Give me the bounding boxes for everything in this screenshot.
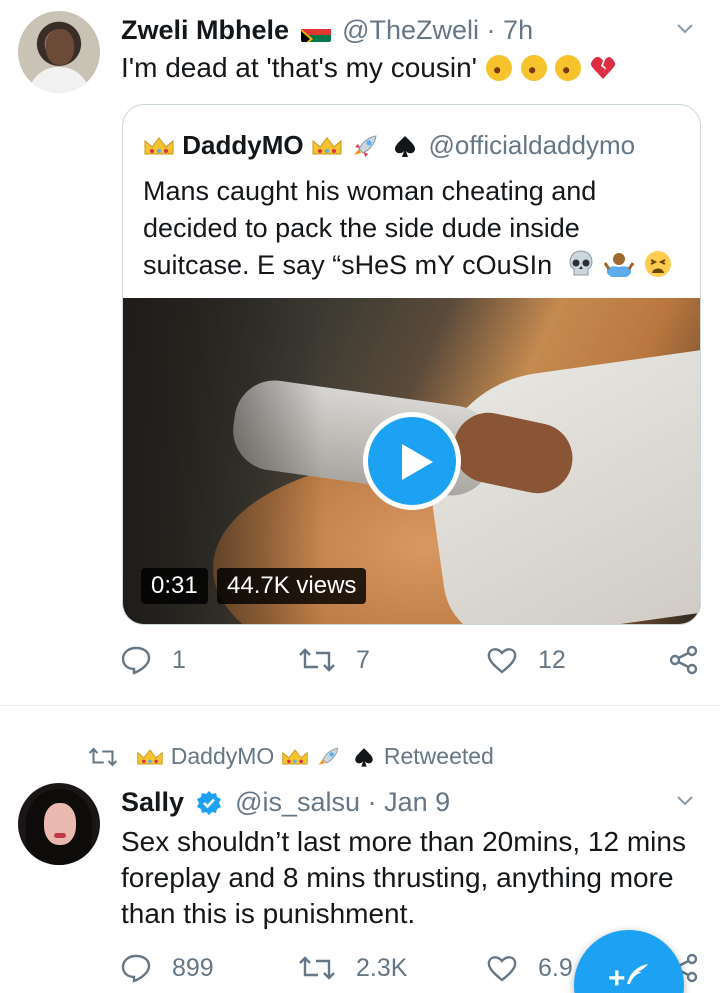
separator: · [367,787,377,817]
quote-text: Mans caught his woman cheating and decid… [143,173,688,284]
retweeter-name[interactable]: DaddyMO [171,743,275,769]
reply-icon [121,954,151,983]
like-button[interactable]: 12 [486,640,566,680]
tweet-divider [0,705,720,706]
crown-icon [312,137,342,155]
retweet-button[interactable]: 2.3K [298,948,407,988]
quote-author-name[interactable]: DaddyMO [182,130,303,160]
like-count: 6.9 [538,954,573,982]
tweet-header: Sally @is_salsu · Jan 9 [121,784,450,820]
avatar-lips [54,833,66,838]
retweet-context: DaddyMO Retweeted [88,740,494,772]
like-count: 12 [538,646,566,674]
tweet-header: Zweli Mbhele @TheZweli · 7h [121,12,533,48]
south-africa-flag-icon [300,22,331,42]
verified-icon [196,791,221,815]
author-name[interactable]: Sally [121,787,184,817]
spade-icon [395,136,416,157]
tweet-actions: 1 7 12 [120,640,710,680]
timestamp[interactable]: 7h [503,15,533,45]
spade-icon [354,748,373,767]
feather-icon [627,964,648,984]
avatar-shirt [28,67,90,93]
avatar-face [44,803,76,845]
retweeted-label: Retweeted [383,743,494,769]
reply-count: 899 [172,954,214,982]
tweet-body: I'm dead at 'that's my cousin' [121,52,477,83]
avatar[interactable] [18,783,100,865]
separator: · [486,15,496,45]
tweet[interactable]: Zweli Mbhele @TheZweli · 7h I'm dead at … [0,0,720,705]
reply-button[interactable]: 899 [120,948,214,988]
retweet-icon [88,747,118,767]
quoted-tweet[interactable]: DaddyMO @officialdaddymo Mans caught his… [122,104,701,625]
author-name[interactable]: Zweli Mbhele [121,15,289,45]
timestamp[interactable]: Jan 9 [384,787,450,817]
retweet-count: 7 [356,646,370,674]
skull-icon [569,250,593,276]
quote-author-handle[interactable]: @officialdaddymo [429,130,636,160]
weary-face-icon [644,251,671,277]
crown-icon [144,137,174,155]
retweet-icon [299,648,335,672]
rolling-laughing-icon [481,50,517,86]
like-icon [487,648,517,674]
share-button[interactable] [668,640,700,680]
compose-icon: + [608,962,626,993]
compose-tweet-button[interactable]: + [574,930,684,993]
chevron-down-icon[interactable] [676,792,694,810]
crown-icon [137,749,164,765]
tweet-text: Sex shouldn’t last more than 20mins, 12 … [121,826,686,929]
rocket-icon [354,135,377,157]
tweet-text: I'm dead at 'that's my cousin' [121,50,616,86]
rolling-laughing-icon [551,50,586,86]
quote-header: DaddyMO @officialdaddymo [143,127,635,163]
reply-icon [121,646,151,675]
retweet-icon [299,956,335,980]
like-button[interactable]: 6.9 [486,948,573,988]
like-icon [487,956,517,982]
video-player[interactable]: 0:31 44.7K views [123,298,700,624]
reply-button[interactable]: 1 [120,640,186,680]
share-icon [669,645,698,675]
crown-icon [282,749,308,765]
reply-count: 1 [172,646,186,674]
retweet-count: 2.3K [356,954,408,982]
play-icon [402,444,433,480]
rocket-icon [318,747,339,765]
broken-heart-icon [591,56,616,79]
video-duration: 0:31 [141,568,208,604]
author-handle[interactable]: @is_salsu [235,787,360,817]
chevron-down-icon[interactable] [676,20,694,38]
avatar[interactable] [18,11,100,93]
quote-body: Mans caught his woman cheating and decid… [143,176,597,280]
video-views: 44.7K views [217,568,367,604]
author-handle[interactable]: @TheZweli [342,15,479,45]
rolling-laughing-icon [516,50,551,86]
shrug-icon [604,253,635,277]
retweet-button[interactable]: 7 [298,640,370,680]
play-button[interactable] [363,412,461,510]
avatar-face [46,29,74,65]
